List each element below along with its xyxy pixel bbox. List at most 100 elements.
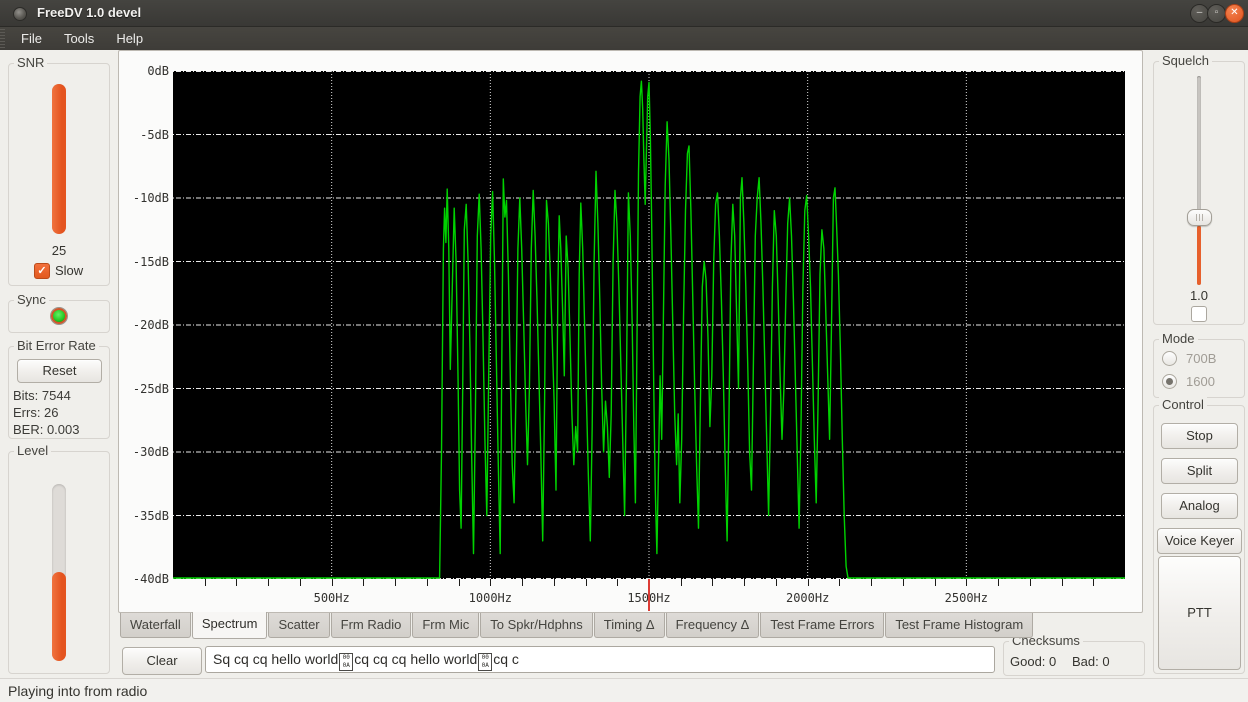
y-tick-label: -15dB	[121, 255, 169, 269]
x-tick	[268, 579, 269, 586]
control-char-glyph: 000A	[478, 653, 492, 671]
status-text: Playing into from radio	[8, 683, 147, 699]
control-label: Control	[1159, 397, 1207, 412]
tab-scatter[interactable]: Scatter	[268, 613, 329, 638]
maximize-icon[interactable]: ▫	[1207, 4, 1226, 23]
title-bar[interactable]: FreeDV 1.0 devel – ▫ ✕	[0, 0, 1248, 27]
tab-frm-mic[interactable]: Frm Mic	[412, 613, 479, 638]
ber-label: Bit Error Rate	[14, 338, 99, 353]
snr-slow-checkbox[interactable]: ✓	[34, 263, 50, 279]
control-button-split[interactable]: Split	[1161, 458, 1238, 484]
checksums-group: Checksums Good: 0 Bad: 0	[1003, 641, 1145, 676]
x-tick	[490, 579, 491, 586]
x-tick	[681, 579, 682, 586]
snr-group: SNR 25 ✓ Slow	[8, 63, 110, 286]
sync-group: Sync	[8, 300, 110, 333]
x-tick-label: 2000Hz	[773, 591, 843, 605]
rx-frequency-marker	[648, 579, 650, 611]
x-tick	[776, 579, 777, 586]
x-tick	[300, 579, 301, 586]
squelch-slider-handle[interactable]	[1187, 209, 1212, 226]
squelch-checkbox[interactable]	[1191, 306, 1207, 322]
y-tick-label: -20dB	[121, 318, 169, 332]
level-label: Level	[14, 443, 51, 458]
x-tick	[554, 579, 555, 586]
control-button-voice-keyer[interactable]: Voice Keyer	[1157, 528, 1242, 554]
tab-spectrum[interactable]: Spectrum	[192, 612, 268, 639]
spectrum-plot	[173, 71, 1125, 579]
menu-help[interactable]: Help	[105, 29, 154, 48]
ber-stat: Errs: 26	[13, 404, 80, 421]
app-icon	[13, 7, 27, 21]
tab-waterfall[interactable]: Waterfall	[120, 613, 191, 638]
x-tick	[522, 579, 523, 586]
clear-button[interactable]: Clear	[122, 647, 202, 675]
spectrum-trace	[173, 71, 1125, 579]
tab-to-spkr-hdphns[interactable]: To Spkr/Hdphns	[480, 613, 593, 638]
x-tick	[459, 579, 460, 586]
tab-frm-radio[interactable]: Frm Radio	[331, 613, 412, 638]
control-button-stop[interactable]: Stop	[1161, 423, 1238, 449]
mode-group: Mode 700B1600	[1153, 339, 1245, 398]
x-tick	[363, 579, 364, 586]
freedv-window: FreeDV 1.0 devel – ▫ ✕ FileToolsHelp SNR…	[0, 0, 1248, 702]
y-tick-label: -30dB	[121, 445, 169, 459]
ber-stat: BER: 0.003	[13, 421, 80, 438]
y-tick-label: -25dB	[121, 382, 169, 396]
mode-radio-label: 700B	[1186, 351, 1216, 366]
x-tick	[712, 579, 713, 586]
x-tick	[617, 579, 618, 586]
status-bar: Playing into from radio	[0, 678, 1248, 702]
x-tick	[871, 579, 872, 586]
menu-bar: FileToolsHelp	[0, 27, 1248, 50]
x-tick	[427, 579, 428, 586]
snr-gauge	[52, 84, 66, 234]
y-tick-label: 0dB	[121, 64, 169, 78]
x-tick	[935, 579, 936, 586]
x-tick	[966, 579, 967, 586]
x-tick	[903, 579, 904, 586]
level-gauge	[52, 572, 66, 661]
mode-label: Mode	[1159, 331, 1198, 346]
x-tick-label: 2500Hz	[931, 591, 1001, 605]
x-tick	[586, 579, 587, 586]
x-tick	[205, 579, 206, 586]
checksums-good: Good: 0	[1010, 654, 1056, 669]
mode-radio-1600[interactable]: 1600	[1162, 373, 1215, 389]
squelch-slider-fill	[1197, 226, 1201, 285]
tab-test-frame-histogram[interactable]: Test Frame Histogram	[885, 613, 1033, 638]
y-tick-label: -10dB	[121, 191, 169, 205]
decoded-text-field[interactable]: Sq cq cq hello world000Acq cq cq hello w…	[205, 646, 995, 673]
squelch-group: Squelch 1.0	[1153, 61, 1245, 325]
spectrum-page: 0dB-5dB-10dB-15dB-20dB-25dB-30dB-35dB-40…	[118, 50, 1143, 613]
radio-icon	[1162, 351, 1177, 366]
tab-test-frame-errors[interactable]: Test Frame Errors	[760, 613, 884, 638]
menu-grip-icon	[0, 29, 5, 48]
tab-timing[interactable]: Timing Δ	[594, 613, 665, 638]
tab-frequency[interactable]: Frequency Δ	[666, 613, 760, 638]
mode-radio-label: 1600	[1186, 374, 1215, 389]
checksums-bad: Bad: 0	[1072, 654, 1110, 669]
reset-button[interactable]: Reset	[17, 359, 102, 383]
menu-tools[interactable]: Tools	[53, 29, 105, 48]
x-tick-label: 1000Hz	[455, 591, 525, 605]
sync-label: Sync	[14, 292, 49, 307]
tab-bar: WaterfallSpectrumScatterFrm RadioFrm Mic…	[120, 613, 1033, 639]
menu-file[interactable]: File	[10, 29, 53, 48]
x-tick	[332, 579, 333, 586]
snr-label: SNR	[14, 55, 47, 70]
mode-radio-700b[interactable]: 700B	[1162, 350, 1216, 366]
y-tick-label: -40dB	[121, 572, 169, 586]
squelch-label: Squelch	[1159, 53, 1212, 68]
x-tick	[236, 579, 237, 586]
x-tick	[1030, 579, 1031, 586]
ptt-button[interactable]: PTT	[1158, 556, 1241, 670]
control-button-analog[interactable]: Analog	[1161, 493, 1238, 519]
x-tick	[998, 579, 999, 586]
level-group: Level	[8, 451, 110, 674]
ber-stat: Bits: 7544	[13, 387, 80, 404]
close-icon[interactable]: ✕	[1225, 4, 1244, 23]
control-char-glyph: 000A	[339, 653, 353, 671]
ber-group: Bit Error Rate Reset Bits: 7544Errs: 26B…	[8, 346, 110, 439]
window-title: FreeDV 1.0 devel	[37, 5, 141, 20]
